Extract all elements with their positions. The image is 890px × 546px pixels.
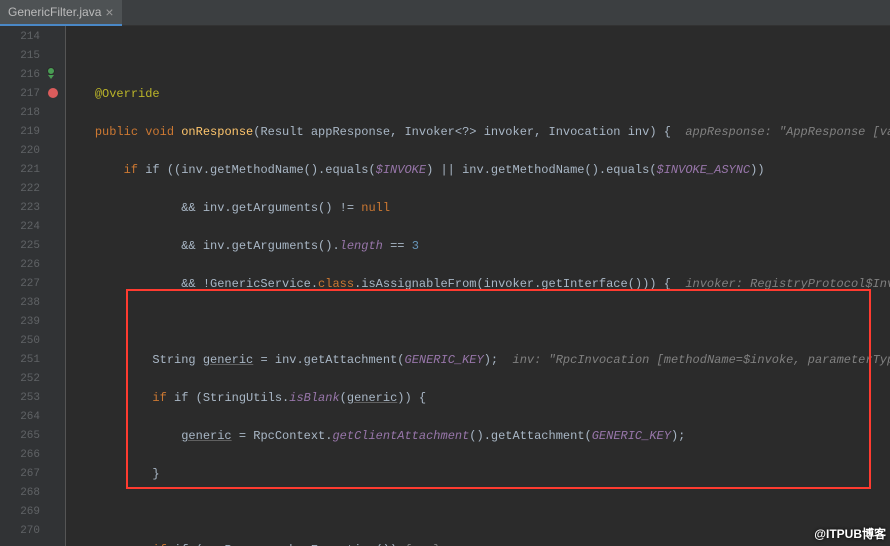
- tab-filename: GenericFilter.java: [8, 5, 101, 19]
- line-number: 222: [0, 180, 40, 199]
- line-number: 216: [0, 66, 40, 85]
- line-number: 223: [0, 199, 40, 218]
- marker-gutter: [44, 26, 66, 546]
- file-tab[interactable]: GenericFilter.java ×: [0, 0, 122, 26]
- line-number: 270: [0, 522, 40, 541]
- line-number: 267: [0, 465, 40, 484]
- line-number: 226: [0, 256, 40, 275]
- editor: 214 215 216 217 218 219 220 221 222 223 …: [0, 26, 890, 546]
- code-area[interactable]: @Override public void onResponse(Result …: [66, 26, 890, 546]
- line-number: 225: [0, 237, 40, 256]
- line-number: 265: [0, 427, 40, 446]
- line-number: 239: [0, 313, 40, 332]
- line-number-gutter: 214 215 216 217 218 219 220 221 222 223 …: [0, 26, 44, 546]
- close-tab-icon[interactable]: ×: [105, 4, 113, 20]
- watermark: @ITPUB博客: [814, 525, 886, 542]
- line-number: 250: [0, 332, 40, 351]
- line-number: 224: [0, 218, 40, 237]
- line-number: 220: [0, 142, 40, 161]
- line-number: 252: [0, 370, 40, 389]
- line-number: 253: [0, 389, 40, 408]
- tab-bar: GenericFilter.java ×: [0, 0, 890, 26]
- annotation: @Override: [95, 87, 160, 101]
- line-number: 227: [0, 275, 40, 294]
- override-icon[interactable]: [47, 67, 55, 75]
- line-number: 266: [0, 446, 40, 465]
- line-number: 217: [0, 85, 40, 104]
- line-number: 269: [0, 503, 40, 522]
- breakpoint-icon[interactable]: [48, 88, 58, 98]
- line-number: 268: [0, 484, 40, 503]
- line-number: 218: [0, 104, 40, 123]
- line-number: 264: [0, 408, 40, 427]
- line-number: 251: [0, 351, 40, 370]
- line-number: 238: [0, 294, 40, 313]
- line-number: 221: [0, 161, 40, 180]
- line-number: 219: [0, 123, 40, 142]
- line-number: 214: [0, 28, 40, 47]
- line-number: 215: [0, 47, 40, 66]
